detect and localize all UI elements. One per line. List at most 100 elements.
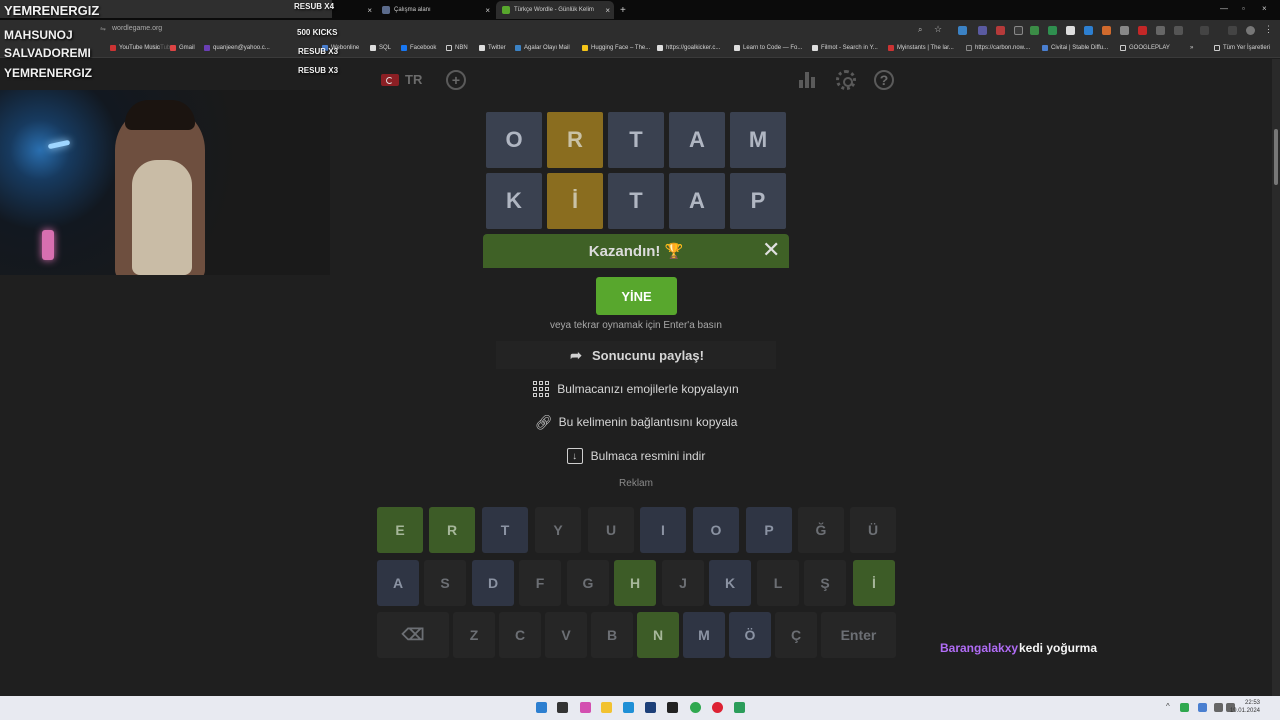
key-u[interactable]: U	[588, 507, 634, 553]
enter-key[interactable]: Enter	[821, 612, 896, 658]
browser-menu-icon[interactable]: ⋮	[1264, 24, 1273, 35]
chrome-icon[interactable]	[690, 702, 701, 713]
copy-emoji-button[interactable]: Bulmacanızı emojilerle kopyalayın	[496, 375, 776, 403]
key-ç[interactable]: Ç	[775, 612, 817, 658]
tray-chevron-icon[interactable]: ^	[1166, 702, 1170, 711]
key-c[interactable]: C	[499, 612, 541, 658]
task-view-icon[interactable]	[557, 702, 568, 713]
key-n[interactable]: N	[637, 612, 679, 658]
bookmarks-overflow-icon[interactable]: »	[1190, 45, 1193, 51]
scrollbar-thumb[interactable]	[1274, 129, 1278, 185]
extension-shield-icon[interactable]	[958, 26, 967, 35]
help-question-icon[interactable]: ?	[874, 70, 894, 90]
key-d[interactable]: D	[472, 560, 514, 606]
share-result-button[interactable]: ➦ Sonucunu paylaş!	[496, 341, 776, 369]
bookmark-mail[interactable]: Agalar Olayı Mail	[515, 45, 570, 51]
extension-pen-red-icon[interactable]	[1138, 26, 1147, 35]
bookmark-star-icon[interactable]: ☆	[934, 24, 942, 35]
extension-orange-icon[interactable]	[1102, 26, 1111, 35]
bookmark-youtube-music[interactable]: YouTube Music	[110, 45, 160, 51]
extension-pen-icon[interactable]	[978, 26, 987, 35]
key-v[interactable]: V	[545, 612, 587, 658]
network-icon[interactable]	[1214, 703, 1223, 712]
download-image-button[interactable]: ↓ Bulmaca resmini indir	[496, 442, 776, 470]
new-game-plus-icon[interactable]: +	[446, 70, 466, 90]
extensions-menu-icon[interactable]	[1174, 26, 1183, 35]
bookmark-facebook[interactable]: Facebook	[401, 45, 436, 51]
key-s[interactable]: S	[424, 560, 466, 606]
key-i[interactable]: I	[640, 507, 686, 553]
backspace-key-icon[interactable]: ⌫	[377, 612, 449, 658]
zoom-icon[interactable]: ⌕	[918, 25, 922, 35]
bookmark-goalkicker[interactable]: https://goalkicker.c...	[657, 45, 720, 51]
tray-app2-icon[interactable]	[1198, 703, 1207, 712]
extension-grid-icon[interactable]	[1048, 26, 1057, 35]
key-a[interactable]: A	[377, 560, 419, 606]
bookmark-sql[interactable]: SQL	[370, 45, 391, 51]
maximize-icon[interactable]: ▫	[1242, 4, 1245, 13]
edge-icon[interactable]	[623, 702, 634, 713]
tab-workspace[interactable]: Çalışma alanı ×	[376, 1, 494, 19]
key-ş[interactable]: Ş	[804, 560, 846, 606]
close-modal-icon[interactable]: ✕	[762, 239, 780, 261]
bookmark-myinstants[interactable]: Myinstants | The lar...	[888, 45, 954, 51]
extension-s-icon[interactable]	[1066, 26, 1075, 35]
key-ü[interactable]: Ü	[850, 507, 896, 553]
key-m[interactable]: M	[683, 612, 725, 658]
statistics-icon[interactable]	[799, 72, 817, 88]
extension-blue-icon[interactable]	[1084, 26, 1093, 35]
bookmark-googleplay[interactable]: GOOGLEPLAY	[1120, 45, 1170, 51]
key-k[interactable]: K	[709, 560, 751, 606]
bookmark-filmot[interactable]: Filmot - Search in Y...	[812, 45, 878, 51]
extension-gray-icon[interactable]	[1120, 26, 1129, 35]
bookmark-nbn[interactable]: NBN	[446, 45, 468, 51]
key-i̇[interactable]: İ	[853, 560, 895, 606]
key-j[interactable]: J	[662, 560, 704, 606]
play-again-button[interactable]: YİNE	[596, 277, 677, 315]
key-b[interactable]: B	[591, 612, 633, 658]
bookmark-gmail[interactable]: Gmail	[170, 45, 195, 51]
key-g[interactable]: G	[567, 560, 609, 606]
copy-link-button[interactable]: 🔗︎ Bu kelimenin bağlantısını kopyala	[496, 408, 776, 436]
page-scrollbar[interactable]	[1272, 59, 1280, 696]
tab-close-icon[interactable]: ×	[605, 6, 610, 15]
copilot-icon[interactable]	[580, 702, 591, 713]
start-icon[interactable]	[536, 702, 547, 713]
sidebar-icon[interactable]	[1228, 26, 1237, 35]
url-field[interactable]: wordlegame.org	[112, 25, 162, 32]
opera-icon[interactable]	[712, 702, 723, 713]
key-y[interactable]: Y	[535, 507, 581, 553]
key-t[interactable]: T	[482, 507, 528, 553]
window-close-icon[interactable]: ×	[1262, 4, 1267, 13]
system-clock[interactable]: 22:53 19.01.2024	[1230, 699, 1260, 715]
bookmark-hugging-face[interactable]: Hugging Face – The...	[582, 45, 650, 51]
tab-unnamed[interactable]: ×	[336, 1, 376, 19]
file-explorer-icon[interactable]	[601, 702, 612, 713]
tray-app-icon[interactable]	[1180, 703, 1189, 712]
key-e[interactable]: E	[377, 507, 423, 553]
bookmark-all[interactable]: Tüm Yer İşaretleri	[1214, 45, 1270, 51]
extension-car-icon[interactable]	[1156, 26, 1165, 35]
key-z[interactable]: Z	[453, 612, 495, 658]
key-ğ[interactable]: Ğ	[798, 507, 844, 553]
new-tab-button[interactable]: +	[614, 1, 630, 19]
store-icon[interactable]	[645, 702, 656, 713]
key-o[interactable]: O	[693, 507, 739, 553]
tab-close-icon[interactable]: ×	[485, 6, 490, 15]
bookmark-carbon[interactable]: https://carbon.now....	[966, 45, 1030, 51]
language-selector[interactable]: TR	[381, 72, 422, 87]
key-ö[interactable]: Ö	[729, 612, 771, 658]
bookmark-twitter[interactable]: Twitter	[479, 45, 506, 51]
site-info-icon[interactable]: ⇋	[100, 25, 106, 33]
bookmark-yahoo[interactable]: quanjeen@yahoo.c...	[204, 45, 270, 51]
steam-icon[interactable]	[667, 702, 678, 713]
profile-avatar[interactable]	[1246, 26, 1255, 35]
tab-wordle[interactable]: Türkçe Wordle - Günlük Kelim ×	[496, 1, 614, 19]
bookmark-civitai[interactable]: Civitai | Stable Diffu...	[1042, 45, 1108, 51]
key-l[interactable]: L	[757, 560, 799, 606]
key-p[interactable]: P	[746, 507, 792, 553]
key-h[interactable]: H	[614, 560, 656, 606]
settings-gear-icon[interactable]	[836, 70, 856, 90]
extension-red-icon[interactable]	[996, 26, 1005, 35]
extension-d-icon[interactable]	[1014, 26, 1023, 35]
